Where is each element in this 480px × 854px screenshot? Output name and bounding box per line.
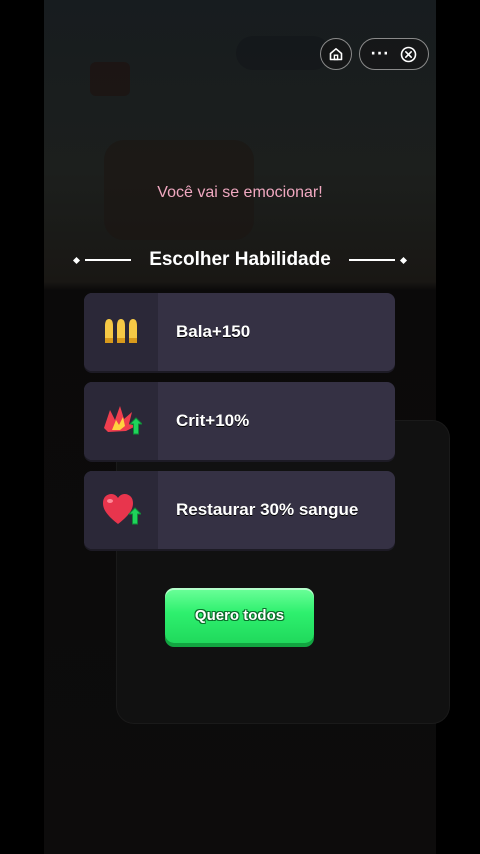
home-button[interactable]	[320, 38, 352, 70]
bullets-icon	[105, 319, 137, 343]
more-button[interactable]: ···	[367, 41, 393, 67]
title-decoration-left	[73, 256, 137, 264]
skill-label: Bala+150	[176, 322, 251, 341]
excitement-banner: Você vai se emocionar!	[157, 184, 323, 201]
want-all-label: Quero todos	[194, 607, 285, 624]
close-button[interactable]	[395, 41, 421, 67]
want-all-button[interactable]: Quero todos	[165, 588, 314, 643]
home-icon	[329, 48, 343, 61]
dialog-title: Escolher Habilidade	[149, 249, 331, 270]
skill-option-heal[interactable]: Restaurar 30% sangue	[84, 471, 395, 549]
skill-label: Restaurar 30% sangue	[176, 500, 359, 519]
skill-icon-box	[84, 471, 158, 549]
background-back-button	[90, 62, 130, 96]
crit-burst-icon	[104, 406, 142, 435]
heart-plus-icon	[103, 494, 141, 525]
title-decoration-right	[343, 256, 407, 264]
close-circle-icon	[400, 46, 416, 62]
skill-list: Bala+150 Crit+10% Restaurar 30% sangue	[84, 293, 395, 560]
skill-icon-box	[84, 382, 158, 460]
background-level-pill	[236, 36, 330, 70]
more-dots-icon: ···	[370, 46, 390, 62]
skill-option-ammo[interactable]: Bala+150	[84, 293, 395, 371]
skill-label: Crit+10%	[176, 411, 250, 430]
capsule-menu: ···	[359, 38, 429, 70]
dialog-title-row: Escolher Habilidade	[0, 246, 480, 274]
skill-icon-box	[84, 293, 158, 371]
skill-option-crit[interactable]: Crit+10%	[84, 382, 395, 460]
